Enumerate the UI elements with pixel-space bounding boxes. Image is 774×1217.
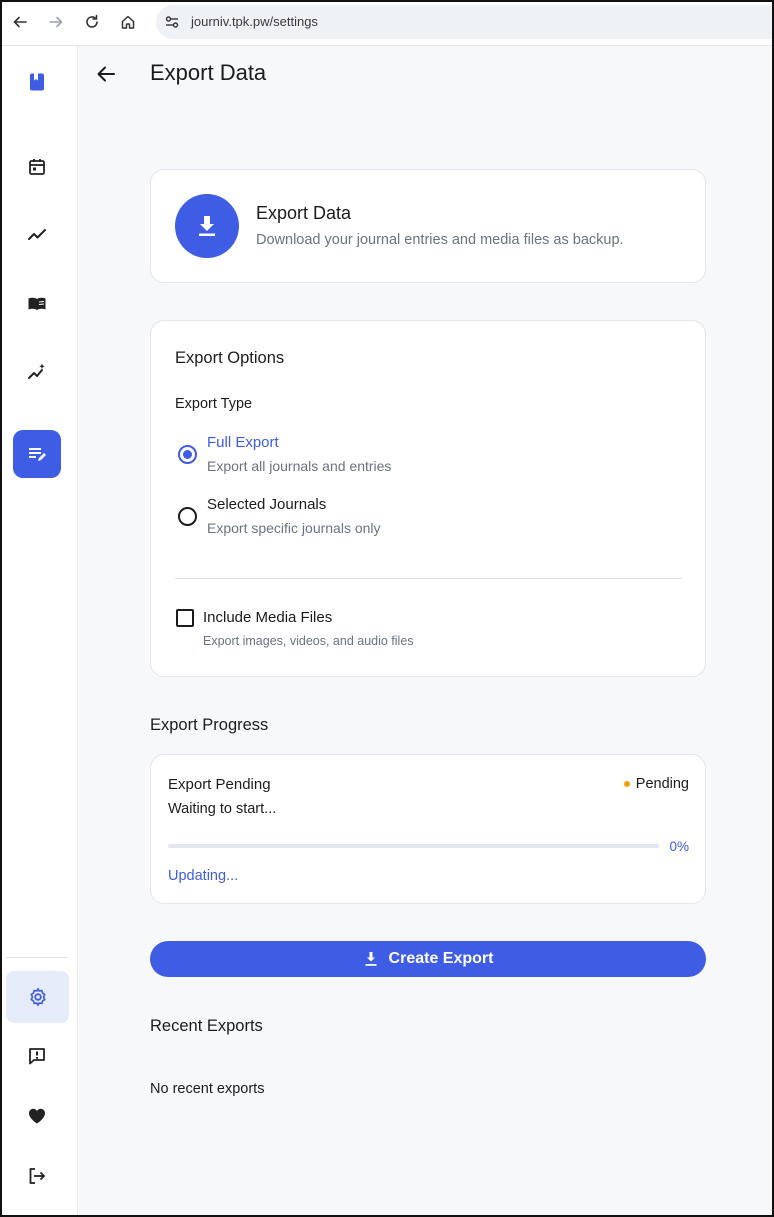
export-options-card: Export Options Export Type Full Export E… xyxy=(150,320,706,677)
calendar-icon xyxy=(29,159,45,175)
logout-icon xyxy=(29,1168,46,1184)
sidebar-item-notes[interactable] xyxy=(13,430,61,478)
progress-bar xyxy=(168,844,659,848)
arrow-left-icon xyxy=(97,66,115,82)
export-icon-badge xyxy=(175,194,239,258)
url-text[interactable]: journiv.tpk.pw/settings xyxy=(191,14,318,29)
sidebar-item-trends[interactable] xyxy=(13,211,61,259)
progress-percent: 0% xyxy=(669,839,689,854)
app-logo[interactable] xyxy=(13,58,61,106)
forward-arrow-icon[interactable] xyxy=(45,11,67,33)
edit-notes-icon xyxy=(29,448,46,461)
main-content: Export Data Export Data Download your jo… xyxy=(79,46,774,1217)
sidebar-item-support[interactable] xyxy=(13,1092,61,1140)
sidebar xyxy=(0,46,78,1217)
home-icon[interactable] xyxy=(117,11,139,33)
sidebar-item-journals[interactable] xyxy=(13,280,61,328)
progress-updating-text: Updating... xyxy=(168,868,239,884)
page-title: Export Data xyxy=(150,60,267,85)
selected-journals-label[interactable]: Selected Journals xyxy=(207,496,326,513)
create-export-button[interactable]: Create Export xyxy=(150,941,706,977)
full-export-radio[interactable] xyxy=(178,445,197,464)
include-media-checkbox[interactable] xyxy=(176,609,194,627)
browser-toolbar: journiv.tpk.pw/settings xyxy=(0,0,774,46)
sidebar-item-insights[interactable] xyxy=(13,348,61,396)
status-badge: Pending xyxy=(623,776,689,792)
sparkle-chart-icon xyxy=(28,363,45,379)
reload-icon[interactable] xyxy=(81,11,103,33)
export-info-subtitle: Download your journal entries and media … xyxy=(256,232,624,248)
full-export-description: Export all journals and entries xyxy=(207,458,392,474)
export-progress-heading: Export Progress xyxy=(150,716,269,734)
recent-exports-heading: Recent Exports xyxy=(150,1017,263,1035)
gear-icon xyxy=(29,988,46,1006)
feedback-icon xyxy=(29,1048,45,1065)
open-book-icon xyxy=(28,297,46,310)
sidebar-item-calendar[interactable] xyxy=(13,143,61,191)
sidebar-divider xyxy=(6,957,69,958)
trend-line-icon xyxy=(28,229,46,240)
back-arrow-icon[interactable] xyxy=(9,11,31,33)
export-progress-card: Export Pending Pending Waiting to start.… xyxy=(150,754,706,904)
export-type-label: Export Type xyxy=(175,396,253,412)
include-media-description: Export images, videos, and audio files xyxy=(203,634,414,648)
sidebar-item-logout[interactable] xyxy=(13,1152,61,1200)
sidebar-item-feedback[interactable] xyxy=(13,1032,61,1080)
create-export-label: Create Export xyxy=(388,950,494,967)
export-progress-title: Export Pending xyxy=(168,776,271,793)
selected-journals-description: Export specific journals only xyxy=(207,520,381,536)
book-bookmark-icon xyxy=(30,73,44,91)
address-bar[interactable]: journiv.tpk.pw/settings xyxy=(156,5,774,39)
back-button[interactable] xyxy=(93,61,119,87)
export-progress-message: Waiting to start... xyxy=(168,801,277,817)
export-info-title: Export Data xyxy=(256,203,352,223)
recent-exports-empty: No recent exports xyxy=(150,1081,265,1097)
options-divider xyxy=(175,578,682,579)
status-text: Pending xyxy=(635,776,689,792)
status-dot-icon xyxy=(623,781,630,787)
sidebar-item-settings[interactable] xyxy=(6,971,69,1023)
full-export-label[interactable]: Full Export xyxy=(207,434,279,451)
download-icon xyxy=(365,952,377,966)
selected-journals-radio[interactable] xyxy=(178,507,197,526)
export-options-heading: Export Options xyxy=(175,349,285,367)
download-icon xyxy=(199,216,215,236)
export-info-card: Export Data Download your journal entrie… xyxy=(150,169,706,283)
heart-icon xyxy=(29,1108,45,1124)
include-media-label[interactable]: Include Media Files xyxy=(203,609,332,626)
site-settings-icon[interactable] xyxy=(164,14,180,30)
